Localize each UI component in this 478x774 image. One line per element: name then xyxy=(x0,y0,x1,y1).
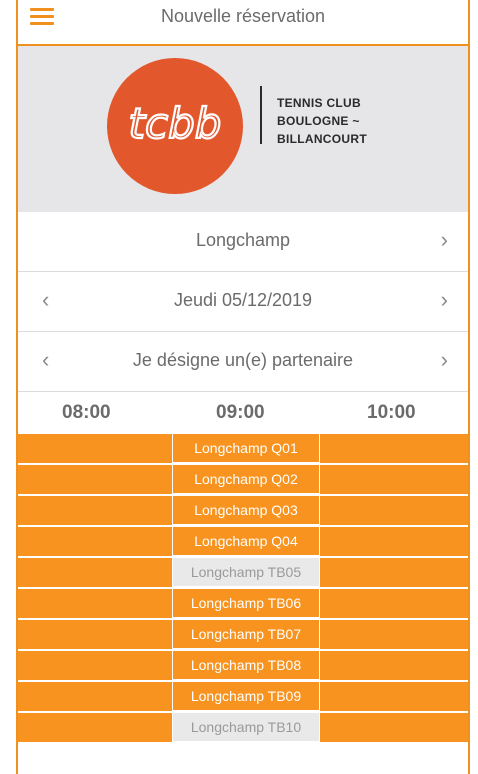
court-slot[interactable]: Longchamp TB08 xyxy=(172,650,320,680)
court-slot[interactable]: Longchamp TB09 xyxy=(172,681,320,711)
logo-text: tcbb xyxy=(129,99,222,148)
page-title: Nouvelle réservation xyxy=(160,6,326,26)
location-label: Longchamp xyxy=(195,230,291,250)
court-slot[interactable]: Longchamp TB07 xyxy=(172,619,320,649)
app-frame: Nouvelle réservation tcbb TENNIS CLUB BO… xyxy=(16,0,470,774)
partner-label: Je désigne un(e) partenaire xyxy=(132,350,354,370)
club-name-line-3: BILLANCOURT xyxy=(277,132,367,146)
court-row: Longchamp TB06 xyxy=(18,588,468,619)
court-slot[interactable]: Longchamp TB05 xyxy=(172,557,320,587)
club-name-line-1: TENNIS CLUB xyxy=(277,96,361,110)
location-selector[interactable]: Longchamp › xyxy=(18,212,468,272)
partner-next-chevron-icon[interactable]: › xyxy=(441,349,448,371)
court-row: Longchamp Q04 xyxy=(18,526,468,557)
location-next-chevron-icon[interactable]: › xyxy=(441,229,448,251)
court-slot[interactable]: Longchamp Q04 xyxy=(172,526,320,556)
court-slot[interactable]: Longchamp Q02 xyxy=(172,464,320,494)
logo-divider xyxy=(260,86,262,144)
court-row: Longchamp Q02 xyxy=(18,464,468,495)
court-row: Longchamp TB10 xyxy=(18,712,468,743)
court-row: Longchamp Q01 xyxy=(18,433,468,464)
court-row: Longchamp Q03 xyxy=(18,495,468,526)
club-banner: tcbb TENNIS CLUB BOULOGNE ~ BILLANCOURT xyxy=(18,46,468,212)
court-row: Longchamp TB08 xyxy=(18,650,468,681)
court-row: Longchamp TB07 xyxy=(18,619,468,650)
partner-selector: ‹ Je désigne un(e) partenaire › xyxy=(18,332,468,392)
court-row: Longchamp TB09 xyxy=(18,681,468,712)
court-row: Longchamp TB05 xyxy=(18,557,468,588)
tcbb-logo: tcbb xyxy=(107,58,243,194)
time-header: 08:00 09:00 10:00 xyxy=(18,392,468,434)
court-slot[interactable]: Longchamp Q03 xyxy=(172,495,320,525)
time-label-0800: 08:00 xyxy=(62,402,111,423)
court-slot[interactable]: Longchamp TB06 xyxy=(172,588,320,618)
date-next-chevron-icon[interactable]: › xyxy=(441,289,448,311)
court-slot[interactable]: Longchamp TB10 xyxy=(172,712,320,742)
date-selector: ‹ Jeudi 05/12/2019 › xyxy=(18,272,468,332)
court-slot[interactable]: Longchamp Q01 xyxy=(172,433,320,463)
top-bar: Nouvelle réservation xyxy=(18,0,468,46)
time-label-1000: 10:00 xyxy=(367,402,416,423)
time-label-0900: 09:00 xyxy=(216,402,265,423)
date-label: Jeudi 05/12/2019 xyxy=(173,290,313,310)
club-name-line-2: BOULOGNE ~ xyxy=(277,114,360,128)
